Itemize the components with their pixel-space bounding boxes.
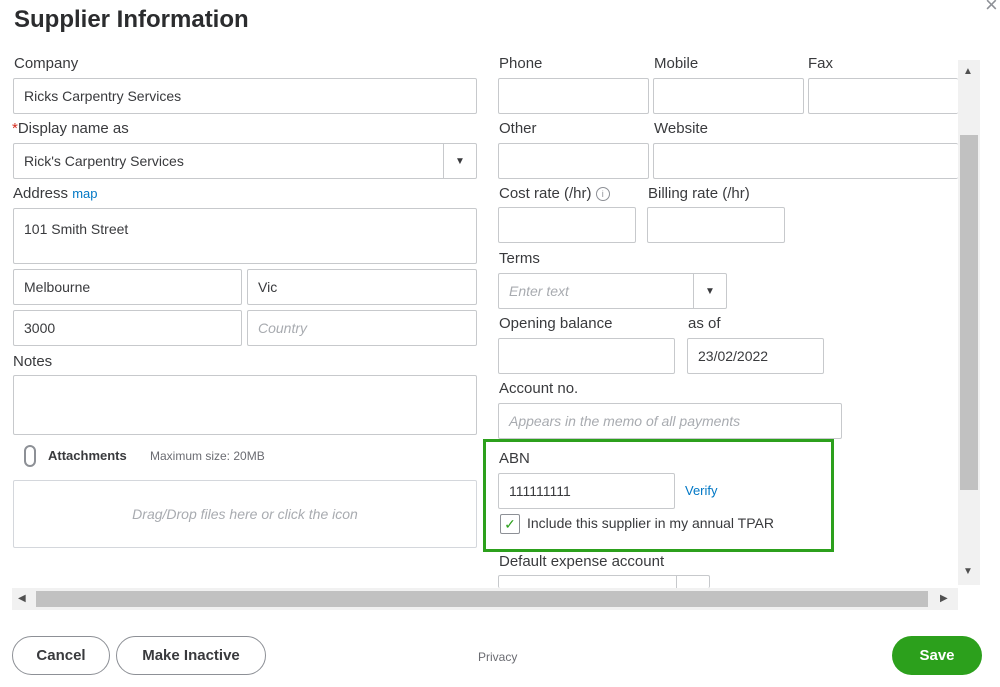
tpar-checkbox[interactable]: ✓ xyxy=(500,514,520,534)
vertical-scroll-thumb[interactable] xyxy=(960,135,978,490)
close-icon[interactable]: × xyxy=(985,0,998,18)
attachments-label: Attachments xyxy=(48,448,127,463)
mobile-label: Mobile xyxy=(654,55,699,72)
phone-label: Phone xyxy=(499,55,543,72)
other-input[interactable] xyxy=(498,143,649,179)
fax-label: Fax xyxy=(808,55,834,72)
state-input[interactable]: Vic xyxy=(247,269,477,305)
dialog-title: Supplier Information xyxy=(14,6,249,33)
tpar-checkbox-label[interactable]: Include this supplier in my annual TPAR xyxy=(527,515,774,531)
street-address-input[interactable]: 101 Smith Street xyxy=(13,208,477,264)
display-name-label: *Display name as xyxy=(12,120,129,137)
privacy-link[interactable]: Privacy xyxy=(478,650,517,664)
postcode-input[interactable]: 3000 xyxy=(13,310,242,346)
map-link[interactable]: map xyxy=(72,186,97,201)
cancel-button[interactable]: Cancel xyxy=(12,636,110,675)
notes-textarea[interactable] xyxy=(13,375,477,435)
paperclip-icon[interactable] xyxy=(24,445,36,467)
fax-input[interactable] xyxy=(808,78,958,114)
horizontal-scroll-thumb[interactable] xyxy=(36,591,928,607)
address-label: Address xyxy=(13,185,69,202)
cost-rate-label-row: Cost rate (/hr) i xyxy=(499,185,610,202)
notes-label: Notes xyxy=(13,353,53,370)
phone-input[interactable] xyxy=(498,78,649,114)
country-input[interactable]: Country xyxy=(247,310,477,346)
mobile-input[interactable] xyxy=(653,78,804,114)
scroll-down-icon[interactable]: ▼ xyxy=(963,566,973,577)
scroll-up-icon[interactable]: ▲ xyxy=(963,66,973,77)
chevron-down-icon[interactable]: ▼ xyxy=(443,144,476,178)
company-label: Company xyxy=(14,55,79,72)
account-no-input[interactable]: Appears in the memo of all payments xyxy=(498,403,842,439)
billing-rate-input[interactable] xyxy=(647,207,785,243)
address-label-row: Address map xyxy=(13,185,98,202)
verify-link[interactable]: Verify xyxy=(685,483,718,498)
dropzone-text: Drag/Drop files here or click the icon xyxy=(132,506,358,522)
as-of-label: as of xyxy=(688,315,721,332)
company-input[interactable]: Ricks Carpentry Services xyxy=(13,78,477,114)
default-expense-select[interactable] xyxy=(498,575,710,588)
cost-rate-input[interactable] xyxy=(498,207,636,243)
chevron-down-icon[interactable] xyxy=(676,576,709,588)
info-icon[interactable]: i xyxy=(595,187,610,202)
opening-balance-input[interactable] xyxy=(498,338,675,374)
city-input[interactable]: Melbourne xyxy=(13,269,242,305)
display-name-select[interactable]: Rick's Carpentry Services ▼ xyxy=(13,143,477,179)
website-input[interactable] xyxy=(653,143,958,179)
terms-label: Terms xyxy=(499,250,540,267)
max-size-text: Maximum size: 20MB xyxy=(150,449,265,463)
scroll-right-icon[interactable]: ▶ xyxy=(940,593,948,604)
scroll-left-icon[interactable]: ◀ xyxy=(18,593,26,604)
cost-rate-label: Cost rate (/hr) xyxy=(499,185,592,202)
abn-label: ABN xyxy=(499,450,530,467)
abn-input[interactable]: 111111111 xyxy=(498,473,675,509)
as-of-date-input[interactable]: 23/02/2022 xyxy=(687,338,824,374)
make-inactive-button[interactable]: Make Inactive xyxy=(116,636,266,675)
account-no-label: Account no. xyxy=(499,380,579,397)
checkmark-icon: ✓ xyxy=(504,515,516,532)
default-expense-label: Default expense account xyxy=(499,553,665,570)
billing-rate-label: Billing rate (/hr) xyxy=(648,185,750,202)
chevron-down-icon[interactable]: ▼ xyxy=(693,274,726,308)
display-name-label-text: Display name as xyxy=(17,120,129,137)
attachment-dropzone[interactable]: Drag/Drop files here or click the icon xyxy=(13,480,477,548)
other-label: Other xyxy=(499,120,537,137)
terms-placeholder: Enter text xyxy=(509,283,569,299)
terms-select[interactable]: Enter text ▼ xyxy=(498,273,727,309)
save-button[interactable]: Save xyxy=(892,636,982,675)
website-label: Website xyxy=(654,120,708,137)
display-name-value: Rick's Carpentry Services xyxy=(24,153,184,169)
opening-balance-label: Opening balance xyxy=(499,315,613,332)
